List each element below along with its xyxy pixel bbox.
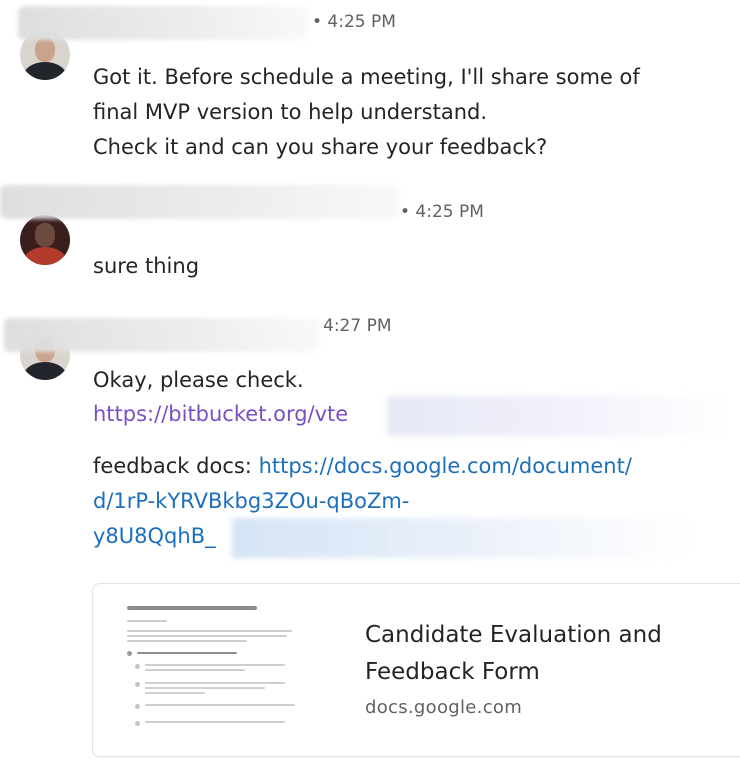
document-thumbnail bbox=[127, 606, 297, 732]
bitbucket-link[interactable]: https://bitbucket.org/vte bbox=[93, 397, 348, 432]
message-text-line: Got it. Before schedule a meeting, I'll … bbox=[93, 65, 640, 89]
doc-link[interactable]: y8U8QqhB_ bbox=[93, 519, 216, 554]
redacted-sender-name bbox=[18, 6, 308, 40]
message-text-line: sure thing bbox=[93, 254, 200, 278]
timestamp: 4:27 PM bbox=[323, 316, 392, 336]
message-text-line: Okay, please check. bbox=[93, 368, 304, 392]
message-text-line: final MVP version to help understand. bbox=[93, 100, 488, 124]
preview-domain: docs.google.com bbox=[365, 697, 523, 718]
feedback-label: feedback docs: bbox=[93, 454, 259, 478]
timestamp: • 4:25 PM bbox=[312, 12, 396, 32]
timestamp: • 4:25 PM bbox=[400, 202, 484, 222]
message-text-line: Check it and can you share your feedback… bbox=[93, 135, 548, 159]
preview-title[interactable]: Candidate Evaluation and Feedback Form bbox=[365, 617, 725, 691]
redacted-url bbox=[387, 396, 727, 436]
feedback-docs-line: feedback docs: https://docs.google.com/d… bbox=[93, 449, 632, 484]
doc-link[interactable]: https://docs.google.com/document/ bbox=[259, 454, 632, 478]
redacted-sender-name bbox=[0, 185, 400, 219]
doc-link[interactable]: d/1rP-kYRVBkbg3ZOu-qBoZm- bbox=[93, 484, 409, 519]
link-preview-card[interactable]: Candidate Evaluation and Feedback Form d… bbox=[92, 583, 740, 757]
redacted-sender-name bbox=[4, 318, 319, 352]
redacted-url bbox=[232, 518, 692, 558]
avatar[interactable] bbox=[20, 215, 70, 265]
